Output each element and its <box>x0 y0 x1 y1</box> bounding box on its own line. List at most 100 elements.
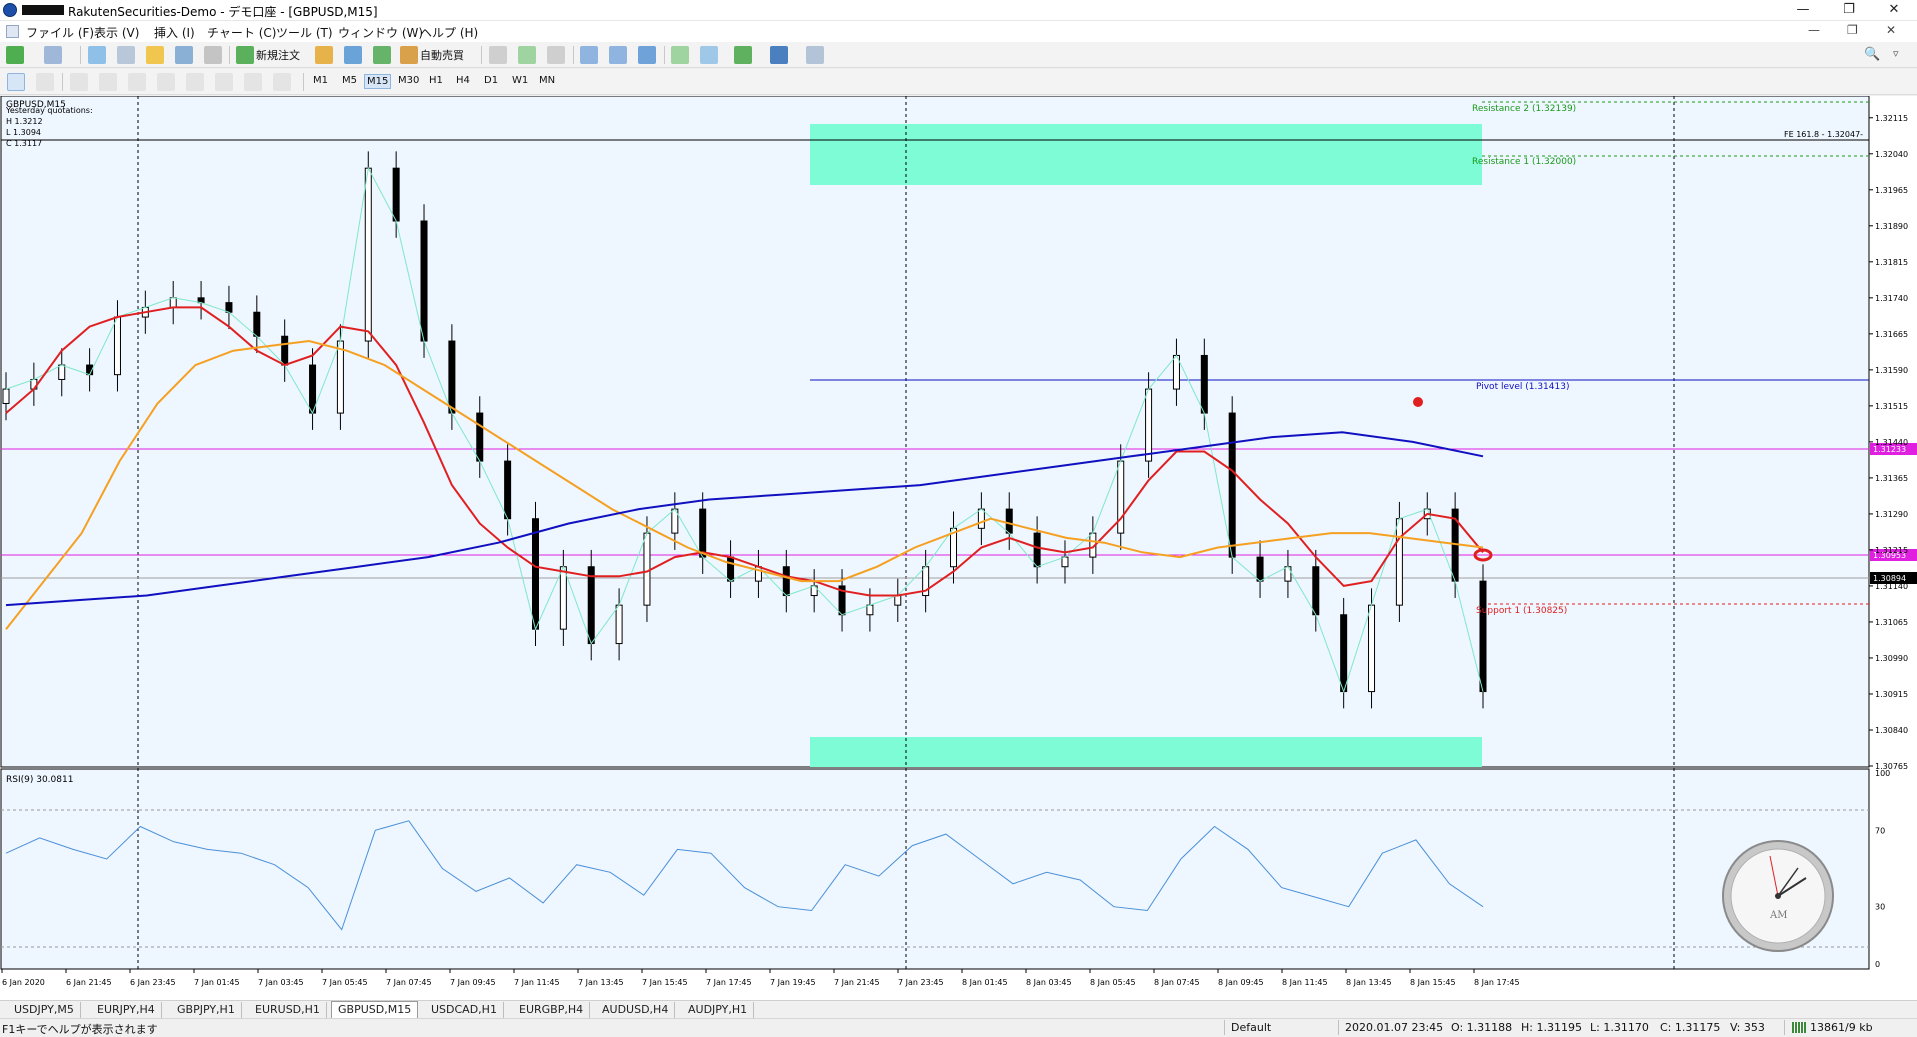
navigator-icon[interactable] <box>146 46 164 64</box>
text-label-icon[interactable] <box>244 73 262 91</box>
price-tick-label: 1.31365 <box>1875 474 1908 483</box>
timeframe-m1[interactable]: M1 <box>311 74 330 87</box>
vertical-line-icon[interactable] <box>70 73 88 91</box>
tab-gbpjpy-h1[interactable]: GBPJPY,H1 <box>171 1002 242 1019</box>
tab-eurgbp-h4[interactable]: EURGBP,H4 <box>513 1002 591 1019</box>
price-tick-label: 1.31740 <box>1875 294 1908 303</box>
candle-body <box>1368 604 1376 693</box>
candlestick-icon[interactable] <box>518 46 536 64</box>
templates-icon[interactable] <box>806 46 824 64</box>
auto-trading-icon[interactable] <box>400 46 418 64</box>
zoom-in-icon[interactable] <box>580 46 598 64</box>
time-tick-label: 8 Jan 11:45 <box>1282 978 1328 987</box>
line-chart-icon[interactable] <box>547 46 565 64</box>
analog-clock-icon: AM <box>1722 840 1834 952</box>
price-tick-label: 1.31440 <box>1875 438 1908 447</box>
mdi-minimize-icon[interactable]: — <box>1808 23 1820 37</box>
timeframe-h4[interactable]: H4 <box>454 74 472 87</box>
timeframe-m5[interactable]: M5 <box>340 74 359 87</box>
search-icon[interactable]: 🔍 <box>1864 47 1880 62</box>
time-tick-label: 6 Jan 21:45 <box>66 978 112 987</box>
candle-body <box>448 340 456 414</box>
new-order-button[interactable]: 新規注文 <box>256 47 300 63</box>
periods-icon[interactable] <box>770 46 788 64</box>
tab-usdjpy-m5[interactable]: USDJPY,M5 <box>8 1002 81 1019</box>
menu-view[interactable]: 表示 (V) <box>94 24 139 41</box>
horizontal-line-icon[interactable] <box>99 73 117 91</box>
crosshair-icon[interactable] <box>36 73 54 91</box>
auto-trading-button[interactable]: 自動売買 <box>420 47 464 63</box>
fe-label: FE 161.8 - 1.32047- <box>1784 130 1863 139</box>
bar-chart-icon[interactable] <box>489 46 507 64</box>
indicators-icon[interactable] <box>734 46 752 64</box>
profiles-icon[interactable] <box>44 46 62 64</box>
new-order-icon[interactable] <box>236 46 254 64</box>
price-tick-label: 1.31965 <box>1875 186 1908 195</box>
minimize-icon[interactable]: — <box>1780 0 1826 21</box>
tab-audjpy-h1[interactable]: AUDJPY,H1 <box>682 1002 755 1019</box>
candle-body <box>531 518 539 630</box>
document-icon[interactable] <box>6 25 19 38</box>
candle-body <box>1005 508 1013 534</box>
trendline-icon[interactable] <box>128 73 146 91</box>
timeframe-w1[interactable]: W1 <box>510 74 530 87</box>
menu-chart[interactable]: チャート (C) <box>207 24 276 41</box>
time-tick-label: 8 Jan 03:45 <box>1026 978 1072 987</box>
candle-body <box>1479 580 1487 693</box>
restore-icon[interactable]: ❐ <box>1826 0 1872 21</box>
timeframe-m15[interactable]: M15 <box>364 74 392 89</box>
candle-body <box>1061 556 1069 568</box>
arrows-icon[interactable] <box>273 73 291 91</box>
timeframe-d1[interactable]: D1 <box>482 74 500 87</box>
menu-file[interactable]: ファイル (F) <box>26 24 94 41</box>
text-icon[interactable] <box>215 73 233 91</box>
quote-high: H 1.3212 <box>6 117 43 126</box>
menu-help[interactable]: ヘルプ (H) <box>420 24 478 41</box>
chart-window[interactable]: GBPUSD,M15 Yesterday quotations: H 1.321… <box>0 95 1917 1000</box>
chart-shift-icon[interactable] <box>700 46 718 64</box>
strategy-tester-icon[interactable] <box>204 46 222 64</box>
timeframe-m30[interactable]: M30 <box>396 74 421 87</box>
time-tick-label: 7 Jan 11:45 <box>514 978 560 987</box>
tab-usdcad-h1[interactable]: USDCAD,H1 <box>425 1002 504 1019</box>
data-window-icon[interactable] <box>117 46 135 64</box>
fibonacci-icon[interactable] <box>186 73 204 91</box>
price-tick-label: 1.30840 <box>1875 726 1908 735</box>
metaeditor-icon[interactable] <box>315 46 333 64</box>
mdi-restore-icon[interactable]: ❐ <box>1847 23 1858 37</box>
menu-tools[interactable]: ツール (T) <box>276 24 333 41</box>
quote-close: C 1.3117 <box>6 139 42 148</box>
time-tick-label: 7 Jan 19:45 <box>770 978 816 987</box>
signals-icon[interactable] <box>373 46 391 64</box>
new-chart-icon[interactable] <box>6 46 24 64</box>
autoscroll-icon[interactable] <box>671 46 689 64</box>
time-tick-label: 7 Jan 03:45 <box>258 978 304 987</box>
channel-icon[interactable] <box>157 73 175 91</box>
market-watch-icon[interactable] <box>88 46 106 64</box>
menu-insert[interactable]: 挿入 (I) <box>154 24 195 41</box>
candle-body <box>1228 412 1236 558</box>
candle-body <box>281 335 289 366</box>
candle-body <box>587 566 595 645</box>
tab-eurjpy-h4[interactable]: EURJPY,H4 <box>91 1002 162 1019</box>
terminal-icon[interactable] <box>175 46 193 64</box>
timeframe-h1[interactable]: H1 <box>427 74 445 87</box>
zoom-out-icon[interactable] <box>609 46 627 64</box>
menu-window[interactable]: ウィンドウ (W) <box>338 24 423 41</box>
candle-body <box>309 364 317 414</box>
close-icon[interactable]: ✕ <box>1871 0 1917 21</box>
cursor-icon[interactable] <box>7 73 25 91</box>
chat-icon[interactable]: ▿ <box>1893 47 1899 60</box>
tab-audusd-h4[interactable]: AUDUSD,H4 <box>596 1002 676 1019</box>
tab-eurusd-h1[interactable]: EURUSD,H1 <box>249 1002 327 1019</box>
time-tick-label: 7 Jan 13:45 <box>578 978 624 987</box>
candle-body <box>866 604 874 616</box>
price-tick-label: 1.31815 <box>1875 258 1908 267</box>
timeframe-mn[interactable]: MN <box>537 74 557 87</box>
mdi-close-icon[interactable]: ✕ <box>1886 23 1896 37</box>
tab-gbpusd-m15[interactable]: GBPUSD,M15 <box>331 1001 419 1019</box>
price-chart[interactable]: GBPUSD,M15 Yesterday quotations: H 1.321… <box>0 95 1917 1000</box>
tile-windows-icon[interactable] <box>638 46 656 64</box>
menu-bar: ファイル (F) 表示 (V) 挿入 (I) チャート (C) ツール (T) … <box>0 21 1917 42</box>
community-icon[interactable] <box>344 46 362 64</box>
